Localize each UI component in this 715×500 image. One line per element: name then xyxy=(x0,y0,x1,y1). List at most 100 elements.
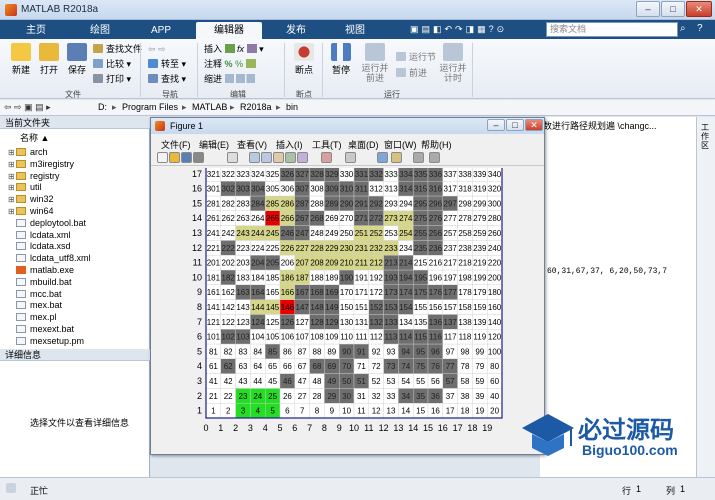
cell-index-label: 129 xyxy=(325,318,339,327)
cell-index-label: 1 xyxy=(211,407,216,416)
maximize-button[interactable]: □ xyxy=(661,1,685,17)
cell-index-label: 28 xyxy=(313,392,322,401)
cell-index-label: 179 xyxy=(473,288,487,297)
tab-editor[interactable]: 编辑器 xyxy=(196,22,262,39)
file-list-item[interactable]: ⊞ win32 xyxy=(8,193,54,205)
file-list-item[interactable]: mexsetup.pm xyxy=(8,335,84,347)
file-list-item[interactable]: mbuild.bat xyxy=(8,276,72,288)
tab-plots[interactable]: 绘图 xyxy=(72,22,128,39)
help-icon[interactable]: ? xyxy=(697,23,703,34)
file-list-item[interactable]: mcc.bat xyxy=(8,288,62,300)
breadcrumb-bin[interactable]: bin xyxy=(286,102,298,112)
grid-map-axes[interactable]: 1 2 3 4 5 6 7 8 9 10 11 12 13 14 15 16 17 18 19 2021 22 23 24 2… xyxy=(151,168,544,448)
cell-index-label: 96 xyxy=(431,347,440,356)
figure-menu-item[interactable]: 工具(T) xyxy=(312,138,342,151)
file-list-item[interactable]: lcdata.xsd xyxy=(8,240,71,252)
dock-icon[interactable] xyxy=(429,152,440,163)
breakpoints-button[interactable]: 断点 xyxy=(289,43,319,76)
tab-view[interactable]: 视图 xyxy=(327,22,383,39)
figure-close-button[interactable]: ✕ xyxy=(525,119,543,131)
cell-index-label: 262 xyxy=(222,214,236,223)
print-button[interactable]: 打印 ▾ xyxy=(93,73,131,85)
run-group-label: 运行 xyxy=(384,90,400,99)
search-go-icon[interactable]: ⌕ xyxy=(680,23,686,34)
find-files-button[interactable]: 查找文件 xyxy=(93,43,142,55)
run-section-button[interactable]: 运行节 xyxy=(396,51,436,63)
goto-button[interactable]: 转至 ▾ xyxy=(148,58,186,70)
file-list-item[interactable]: ⊞ registry xyxy=(8,170,60,182)
zoom-out-icon[interactable] xyxy=(261,152,272,163)
pan-icon[interactable] xyxy=(273,152,284,163)
cell-index-label: 309 xyxy=(325,185,339,194)
run-and-time-button[interactable]: 运行并 计时 xyxy=(436,43,470,83)
file-list-item[interactable]: lcdata_utf8.xml xyxy=(8,252,91,264)
cell-index-label: 212 xyxy=(370,259,384,268)
minimize-button[interactable]: – xyxy=(636,1,660,17)
run-and-advance-button[interactable]: 运行并 前进 xyxy=(358,43,392,83)
figure-menu-item[interactable]: 窗口(W) xyxy=(384,138,417,151)
zoom-in-icon[interactable] xyxy=(249,152,260,163)
advance-button[interactable]: 前进 xyxy=(396,67,427,79)
figure-maximize-button[interactable]: □ xyxy=(506,119,524,131)
insert-button[interactable]: 插入 fx ▾ xyxy=(204,43,264,55)
search-documentation-input[interactable]: 搜索文档 xyxy=(546,22,678,37)
cell-index-label: 132 xyxy=(370,318,384,327)
new-button[interactable]: 新建 xyxy=(6,43,36,76)
file-list-item[interactable]: ⊞ m3iregistry xyxy=(8,158,74,170)
nav-arrows-icon[interactable]: ⇦ ⇨ ▣ ▤ ▸ xyxy=(4,102,51,113)
figure-window[interactable]: Figure 1 – □ ✕ 文件(F) 编辑(E) 查看(V) 插入(I) 工具(T)… xyxy=(150,117,545,455)
file-list-item[interactable]: mex.pl xyxy=(8,311,57,323)
file-list-item[interactable]: mex.bat xyxy=(8,299,62,311)
data-cursor-icon[interactable] xyxy=(297,152,308,163)
save-button[interactable]: 保存 xyxy=(62,43,92,76)
pause-button[interactable]: 暂停 xyxy=(326,43,356,76)
new-figure-icon[interactable] xyxy=(157,152,168,163)
figure-minimize-button[interactable]: – xyxy=(487,119,505,131)
colorbar-icon[interactable] xyxy=(377,152,388,163)
file-list-item[interactable]: mexext.bat xyxy=(8,323,74,335)
legend-icon[interactable] xyxy=(391,152,402,163)
print-figure-icon[interactable] xyxy=(193,152,204,163)
file-list-item[interactable]: matlab.exe xyxy=(8,264,74,276)
y-tick-label: 5 xyxy=(197,346,202,356)
figure-menu-item[interactable]: 插入(I) xyxy=(276,138,303,151)
figure-menu-item[interactable]: 帮助(H) xyxy=(421,138,452,151)
figure-menu-item[interactable]: 编辑(E) xyxy=(199,138,229,151)
cell-index-label: 223 xyxy=(236,244,250,253)
file-list-item[interactable]: ⊞ win64 xyxy=(8,205,54,217)
tab-apps[interactable]: APP xyxy=(133,22,189,39)
file-list-item[interactable]: lcdata.xml xyxy=(8,229,71,241)
figure-menu-item[interactable]: 桌面(D) xyxy=(348,138,379,151)
breadcrumb-drive[interactable]: D: xyxy=(98,102,107,112)
comment-button[interactable]: 注释 % % xyxy=(204,58,256,70)
rotate-icon[interactable] xyxy=(285,152,296,163)
compare-button[interactable]: 比较 ▾ xyxy=(93,58,131,70)
cell-index-label: 133 xyxy=(384,318,398,327)
back-forward-icons[interactable]: ⇦ ⇨ xyxy=(148,43,166,55)
link-icon[interactable] xyxy=(345,152,356,163)
file-list-item[interactable]: ⊞ arch xyxy=(8,146,48,158)
indent-button[interactable]: 缩进 xyxy=(204,73,255,85)
open-file-icon[interactable] xyxy=(169,152,180,163)
file-list-item[interactable]: ⊞ util xyxy=(8,181,42,193)
open-button[interactable]: 打开 xyxy=(34,43,64,76)
breadcrumb-matlab[interactable]: MATLAB xyxy=(192,102,227,112)
tab-home[interactable]: 主页 xyxy=(8,22,64,39)
close-button[interactable]: ✕ xyxy=(686,1,712,17)
brush-icon[interactable] xyxy=(321,152,332,163)
cell-index-label: 215 xyxy=(414,259,428,268)
tab-publish[interactable]: 发布 xyxy=(268,22,324,39)
cell-index-label: 27 xyxy=(298,392,307,401)
file-list-item[interactable]: deploytool.bat xyxy=(8,217,86,229)
save-figure-icon[interactable] xyxy=(181,152,192,163)
figure-menu-item[interactable]: 查看(V) xyxy=(237,138,267,151)
pointer-icon[interactable] xyxy=(227,152,238,163)
breadcrumb-r2018a[interactable]: R2018a xyxy=(240,102,272,112)
quick-access-toolbar[interactable]: ▣▤◧↶↷◨▦?⊙ xyxy=(410,24,540,35)
file-icon xyxy=(16,254,26,263)
figure-menu-item[interactable]: 文件(F) xyxy=(161,138,191,151)
hide-tools-icon[interactable] xyxy=(413,152,424,163)
breadcrumb-program-files[interactable]: Program Files xyxy=(122,102,178,112)
name-column-header[interactable]: 名称 ▲ xyxy=(20,131,49,144)
find-button[interactable]: 查找 ▾ xyxy=(148,73,186,85)
